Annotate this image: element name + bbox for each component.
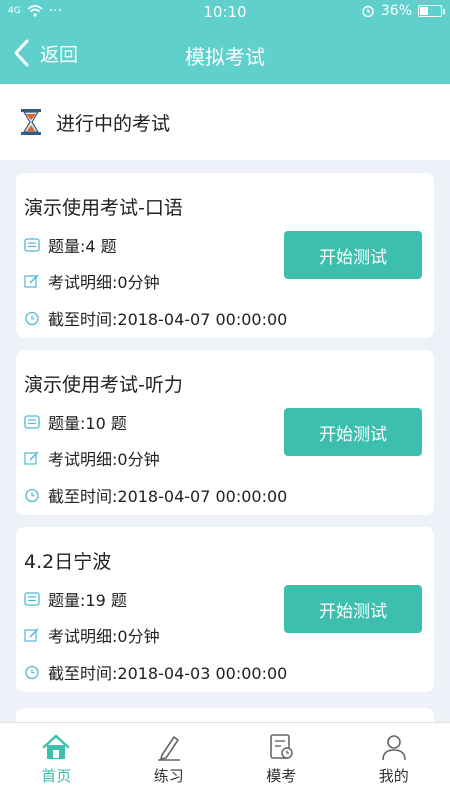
exam-count: 题量:19 题 bbox=[48, 591, 127, 610]
exam-card: 演示使用考试-口语 题量:4 题 考试明细:0分钟 截至时间:2018-04-0… bbox=[16, 173, 434, 338]
pencil-icon bbox=[157, 735, 180, 761]
hourglass-icon bbox=[21, 109, 41, 135]
tab-home[interactable]: 首页 bbox=[0, 723, 113, 800]
edit-icon bbox=[24, 274, 39, 288]
clock-icon bbox=[25, 665, 39, 680]
exam-deadline: 截至时间:2018-04-07 00:00:00 bbox=[48, 487, 288, 506]
edit-icon bbox=[24, 451, 39, 465]
section-header: 进行中的考试 bbox=[0, 84, 450, 160]
clock-icon bbox=[25, 311, 39, 326]
alarm-icon bbox=[362, 5, 374, 18]
start-test-button[interactable]: 开始测试 bbox=[284, 408, 422, 456]
exam-deadline-row: 截至时间:2018-04-07 00:00:00 bbox=[24, 306, 287, 330]
exam-detail-row: 考试明细:0分钟 bbox=[24, 269, 160, 293]
home-icon bbox=[43, 734, 70, 759]
tab-label: 练习 bbox=[153, 767, 184, 785]
exam-detail: 考试明细:0分钟 bbox=[48, 450, 160, 469]
exam-count-row: 题量:4 题 bbox=[24, 233, 117, 257]
tab-mine[interactable]: 我的 bbox=[338, 723, 450, 800]
edit-icon bbox=[24, 628, 39, 642]
battery-icon bbox=[418, 5, 445, 17]
exam-title: 演示使用考试-听力 bbox=[24, 374, 183, 396]
status-bar: 4G ··· 10:10 36% bbox=[0, 0, 450, 24]
start-test-button[interactable]: 开始测试 bbox=[284, 231, 422, 279]
user-icon bbox=[381, 735, 406, 761]
exam-deadline: 截至时间:2018-04-07 00:00:00 bbox=[48, 310, 288, 329]
exam-count: 题量:10 题 bbox=[48, 414, 127, 433]
tab-label: 首页 bbox=[41, 767, 72, 785]
exam-deadline-row: 截至时间:2018-04-07 00:00:00 bbox=[24, 483, 287, 507]
exam-icon bbox=[270, 734, 293, 759]
exam-card: 演示使用考试-听力 题量:10 题 考试明细:0分钟 截至时间:2018-04-… bbox=[16, 350, 434, 515]
list-icon bbox=[24, 592, 40, 606]
bottom-tab-bar: 首页 练习 模考 我的 bbox=[0, 722, 450, 800]
tab-practice[interactable]: 练习 bbox=[113, 723, 226, 800]
list-icon bbox=[24, 415, 40, 429]
exam-count: 题量:4 题 bbox=[48, 237, 117, 256]
nav-bar: 返回 模拟考试 bbox=[0, 24, 450, 84]
clock-icon bbox=[25, 488, 39, 503]
tab-label: 我的 bbox=[378, 767, 409, 785]
tab-mock-exam[interactable]: 模考 bbox=[225, 723, 338, 800]
list-icon bbox=[24, 238, 40, 252]
exam-card: 4.2日宁波 题量:19 题 考试明细:0分钟 截至时间:2018-04-03 … bbox=[16, 527, 434, 692]
exam-deadline-row: 截至时间:2018-04-03 00:00:00 bbox=[24, 660, 287, 684]
exam-deadline: 截至时间:2018-04-03 00:00:00 bbox=[48, 664, 288, 683]
battery-percent: 36% bbox=[380, 3, 412, 19]
tab-label: 模考 bbox=[266, 767, 297, 785]
page-title: 模拟考试 bbox=[185, 45, 265, 69]
exam-count-row: 题量:19 题 bbox=[24, 587, 127, 611]
exam-count-row: 题量:10 题 bbox=[24, 410, 127, 434]
section-title: 进行中的考试 bbox=[56, 112, 171, 135]
exam-detail: 考试明细:0分钟 bbox=[48, 627, 160, 646]
exam-detail-row: 考试明细:0分钟 bbox=[24, 446, 160, 470]
exam-title: 演示使用考试-口语 bbox=[24, 197, 183, 219]
start-test-button[interactable]: 开始测试 bbox=[284, 585, 422, 633]
exam-detail: 考试明细:0分钟 bbox=[48, 273, 160, 292]
exam-detail-row: 考试明细:0分钟 bbox=[24, 623, 160, 647]
exam-title: 4.2日宁波 bbox=[24, 551, 112, 573]
